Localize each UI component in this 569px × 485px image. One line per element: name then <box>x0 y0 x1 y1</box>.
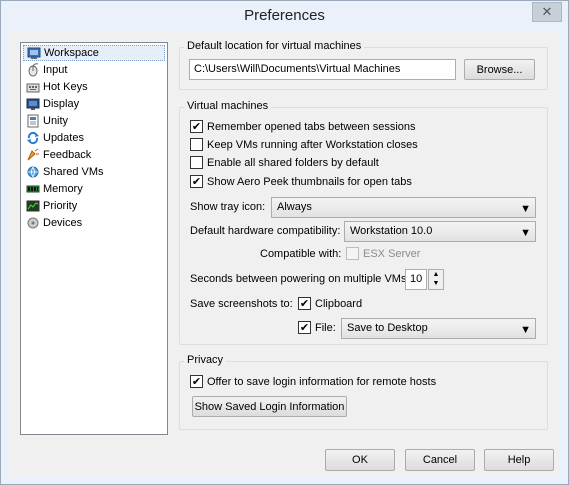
dropdown-value: Save to Desktop <box>347 322 428 334</box>
title-bar[interactable]: Preferences ✕ <box>1 1 568 31</box>
default-location-group-label: Default location for virtual machines <box>184 40 365 52</box>
sidebar-item-hot-keys[interactable]: Hot Keys <box>23 79 165 95</box>
dropdown-value: Always <box>277 201 312 213</box>
offer-save-login-checkbox[interactable]: ✔ Offer to save login information for re… <box>190 375 436 388</box>
tray-icon-dropdown[interactable]: Always ▼ <box>271 197 536 218</box>
keep-vms-running-checkbox[interactable]: Keep VMs running after Workstation close… <box>190 138 418 151</box>
hotkeys-icon <box>26 80 40 94</box>
aero-peek-checkbox[interactable]: ✔ Show Aero Peek thumbnails for open tab… <box>190 175 412 188</box>
chevron-down-icon: ▼ <box>520 324 531 336</box>
hw-compat-label: Default hardware compatibility: <box>190 225 341 237</box>
checkmark-icon: ✔ <box>191 121 202 133</box>
checkbox-label: File: <box>315 321 336 334</box>
chevron-down-icon: ▼ <box>520 203 531 215</box>
dialog-client-area: Workspace Input Hot Keys Display Unity U… <box>9 32 560 478</box>
sidebar-item-feedback[interactable]: Feedback <box>23 147 165 163</box>
feedback-icon <box>26 148 40 162</box>
checkbox-box[interactable]: ✔ <box>190 120 203 133</box>
compatible-with-label: Compatible with: <box>260 248 342 260</box>
memory-icon <box>26 182 40 196</box>
sidebar-item-workspace[interactable]: Workspace <box>23 45 165 61</box>
sidebar-item-unity[interactable]: Unity <box>23 113 165 129</box>
workspace-icon <box>27 46 41 60</box>
sidebar-item-label: Unity <box>43 115 69 127</box>
cancel-button[interactable]: Cancel <box>405 449 475 471</box>
help-button[interactable]: Help <box>484 449 554 471</box>
sidebar-item-memory[interactable]: Memory <box>23 181 165 197</box>
priority-icon <box>26 199 40 213</box>
file-destination-dropdown[interactable]: Save to Desktop ▼ <box>341 318 536 339</box>
sidebar-item-label: Hot Keys <box>43 81 88 93</box>
browse-button[interactable]: Browse... <box>464 59 535 80</box>
checkbox-label: ESX Server <box>363 247 421 260</box>
sidebar-item-label: Feedback <box>43 149 92 161</box>
checkbox-box[interactable]: ✔ <box>190 375 203 388</box>
esx-server-checkbox[interactable]: ESX Server <box>346 247 420 260</box>
show-saved-login-button[interactable]: Show Saved Login Information <box>192 396 347 417</box>
checkbox-box[interactable] <box>190 138 203 151</box>
tray-icon-label: Show tray icon: <box>190 201 266 213</box>
chevron-down-icon: ▼ <box>520 227 531 239</box>
vm-location-input[interactable]: C:\Users\Will\Documents\Virtual Machines <box>189 59 456 80</box>
remember-tabs-checkbox[interactable]: ✔ Remember opened tabs between sessions <box>190 120 416 133</box>
category-list[interactable]: Workspace Input Hot Keys Display Unity U… <box>20 42 168 435</box>
sidebar-item-display[interactable]: Display <box>23 96 165 112</box>
checkbox-label: Clipboard <box>315 297 363 310</box>
checkbox-label: Offer to save login information for remo… <box>207 375 437 388</box>
checkbox-box[interactable]: ✔ <box>190 175 203 188</box>
window-title: Preferences <box>244 7 325 24</box>
virtual-machines-group-label: Virtual machines <box>184 100 272 112</box>
devices-icon <box>26 216 40 230</box>
save-screenshots-label: Save screenshots to: <box>190 298 293 310</box>
updates-icon <box>26 131 40 145</box>
close-icon: ✕ <box>541 4 553 19</box>
privacy-group-label: Privacy <box>184 354 227 366</box>
close-button[interactable]: ✕ <box>532 2 562 22</box>
checkbox-label: Show Aero Peek thumbnails for open tabs <box>207 175 412 188</box>
sidebar-item-label: Shared VMs <box>43 166 104 178</box>
sidebar-item-label: Memory <box>43 183 83 195</box>
sidebar-item-input[interactable]: Input <box>23 62 165 78</box>
input-icon <box>26 63 40 77</box>
sidebar-item-priority[interactable]: Priority <box>23 198 165 214</box>
sidebar-item-label: Input <box>43 64 68 76</box>
file-checkbox[interactable]: ✔ File: <box>298 321 336 334</box>
checkbox-box[interactable] <box>190 156 203 169</box>
checkbox-label: Keep VMs running after Workstation close… <box>207 138 418 151</box>
sidebar-item-updates[interactable]: Updates <box>23 130 165 146</box>
sidebar-item-shared-vms[interactable]: Shared VMs <box>23 164 165 180</box>
checkbox-label: Remember opened tabs between sessions <box>207 120 416 133</box>
checkmark-icon: ✔ <box>191 376 202 388</box>
ok-button[interactable]: OK <box>325 449 395 471</box>
sidebar-item-label: Workspace <box>44 47 99 59</box>
checkbox-box[interactable]: ✔ <box>298 321 311 334</box>
checkbox-box[interactable] <box>346 247 359 260</box>
dropdown-value: Workstation 10.0 <box>350 225 433 237</box>
checkmark-icon: ✔ <box>191 176 202 188</box>
preferences-window: Preferences ✕ Workspace Input Hot Keys D… <box>0 0 569 485</box>
sidebar-item-label: Updates <box>43 132 84 144</box>
seconds-between-label: Seconds between powering on multiple VMs… <box>190 273 410 285</box>
display-icon <box>26 97 40 111</box>
shared-vms-icon <box>26 165 40 179</box>
sidebar-item-label: Priority <box>43 200 78 212</box>
clipboard-checkbox[interactable]: ✔ Clipboard <box>298 297 362 310</box>
enable-shared-folders-checkbox[interactable]: Enable all shared folders by default <box>190 156 379 169</box>
checkbox-label: Enable all shared folders by default <box>207 156 379 169</box>
spin-down-icon[interactable]: ▼ <box>429 279 443 288</box>
sidebar-item-devices[interactable]: Devices <box>23 215 165 231</box>
checkmark-icon: ✔ <box>299 298 310 310</box>
checkmark-icon: ✔ <box>299 322 310 334</box>
seconds-input[interactable]: 10 <box>405 269 427 290</box>
seconds-spinner[interactable]: ▲ ▼ <box>428 269 444 290</box>
unity-icon <box>26 114 40 128</box>
hw-compat-dropdown[interactable]: Workstation 10.0 ▼ <box>344 221 536 242</box>
sidebar-item-label: Devices <box>43 217 83 229</box>
spin-up-icon[interactable]: ▲ <box>429 270 443 279</box>
sidebar-item-label: Display <box>43 98 80 110</box>
checkbox-box[interactable]: ✔ <box>298 297 311 310</box>
